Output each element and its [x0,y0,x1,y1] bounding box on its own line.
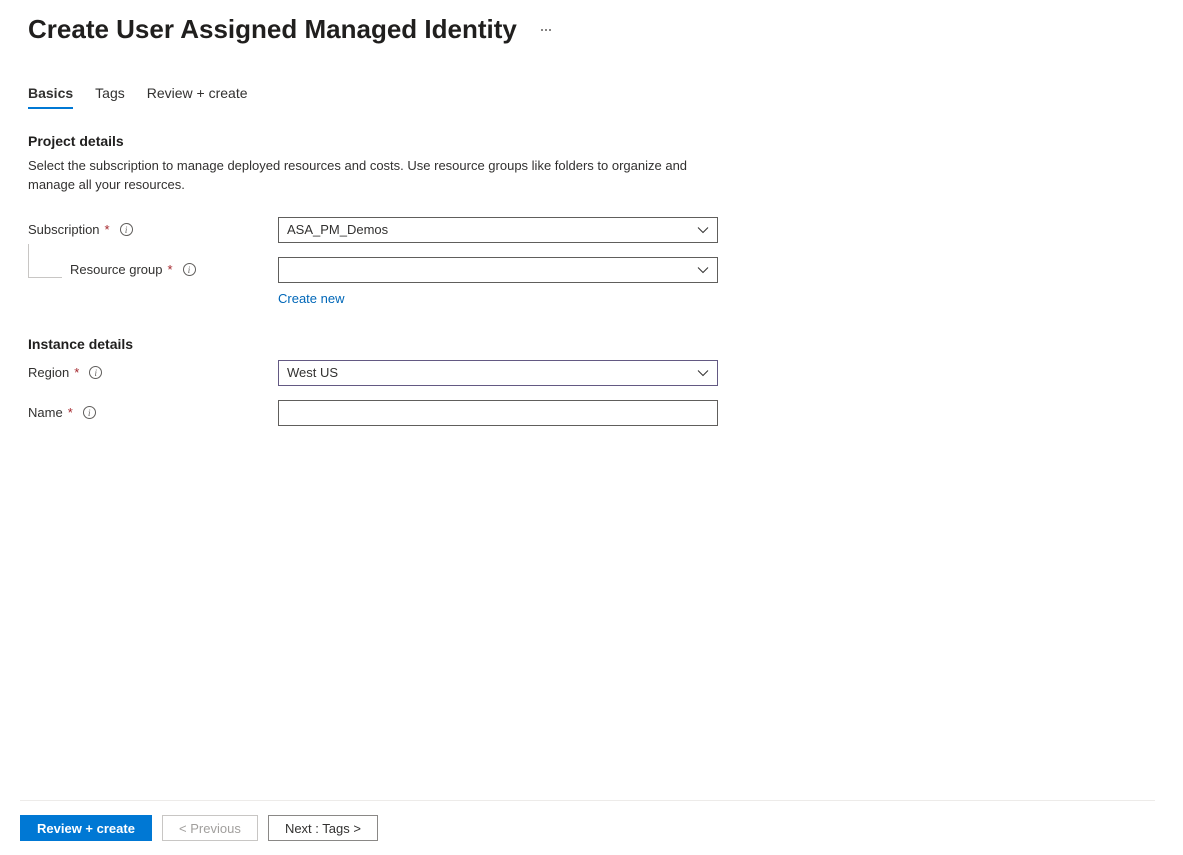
region-label-cell: Region * i [28,365,278,380]
required-asterisk: * [168,262,173,277]
region-select[interactable]: West US [278,360,718,386]
instance-details-heading: Instance details [28,336,1155,352]
required-asterisk: * [74,365,79,380]
info-icon[interactable]: i [89,366,102,379]
page-title: Create User Assigned Managed Identity [28,14,517,45]
chevron-down-icon [697,224,709,236]
tab-basics[interactable]: Basics [28,85,73,109]
resource-group-row: Resource group * i [28,257,1155,283]
name-input[interactable] [278,400,718,426]
region-value: West US [287,365,338,380]
name-label: Name [28,405,63,420]
project-details-heading: Project details [28,133,1155,149]
page-header: Create User Assigned Managed Identity [28,14,1155,45]
more-actions-icon[interactable] [537,25,555,35]
required-asterisk: * [105,222,110,237]
region-row: Region * i West US [28,360,1155,386]
subscription-select[interactable]: ASA_PM_Demos [278,217,718,243]
resource-group-select[interactable] [278,257,718,283]
info-icon[interactable]: i [183,263,196,276]
chevron-down-icon [697,367,709,379]
resource-group-label-cell: Resource group * i [28,262,278,277]
review-create-button[interactable]: Review + create [20,815,152,841]
region-label: Region [28,365,69,380]
footer-bar: Review + create < Previous Next : Tags > [20,800,1155,855]
previous-button: < Previous [162,815,258,841]
info-icon[interactable]: i [83,406,96,419]
subscription-row: Subscription * i ASA_PM_Demos [28,217,1155,243]
tree-connector [28,244,62,278]
required-asterisk: * [68,405,73,420]
tab-tags[interactable]: Tags [95,85,125,109]
tabs-row: Basics Tags Review + create [28,85,1155,109]
chevron-down-icon [697,264,709,276]
subscription-value: ASA_PM_Demos [287,222,388,237]
subscription-label-cell: Subscription * i [28,222,278,237]
next-button[interactable]: Next : Tags > [268,815,378,841]
tab-review-create[interactable]: Review + create [147,85,248,109]
subscription-label: Subscription [28,222,100,237]
info-icon[interactable]: i [120,223,133,236]
name-row: Name * i [28,400,1155,426]
resource-group-label: Resource group [70,262,163,277]
name-label-cell: Name * i [28,405,278,420]
project-details-description: Select the subscription to manage deploy… [28,157,688,195]
create-new-link[interactable]: Create new [278,291,344,306]
